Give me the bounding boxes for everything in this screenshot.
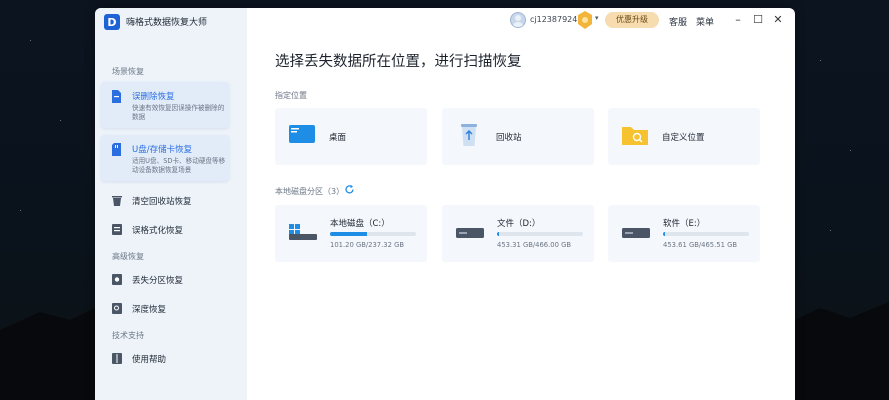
menu-link[interactable]: 菜单 <box>696 15 714 28</box>
refresh-icon[interactable] <box>344 184 355 195</box>
upgrade-button[interactable]: 优惠升级 <box>605 12 659 28</box>
disk-size: 453.31 GB/466.00 GB <box>497 241 572 249</box>
disk-name: 本地磁盘（C:） <box>330 219 390 229</box>
minimize-icon[interactable]: – <box>731 13 745 27</box>
page-title: 选择丢失数据所在位置，进行扫描恢复 <box>275 54 522 70</box>
maximize-icon[interactable]: ☐ <box>751 13 765 27</box>
deep-scan-icon <box>112 303 122 314</box>
recycle-bin-icon <box>112 196 122 206</box>
format-icon <box>112 224 122 235</box>
partition-icon <box>112 274 122 285</box>
disk-name: 软件（E:） <box>663 219 706 229</box>
location-label: 回收站 <box>496 133 522 143</box>
sidebar-item-label: 使用帮助 <box>132 355 167 365</box>
locations-label: 指定位置 <box>275 91 307 100</box>
sidebar-card-title: U盘/存储卡恢复 <box>132 145 193 155</box>
disk-usage-bar <box>330 232 416 236</box>
sidebar-card-undelete[interactable]: 误删除恢复 快速有效恢复因误操作被删除的数据 <box>101 82 229 128</box>
disks-label: 本地磁盘分区（3） <box>275 187 345 196</box>
sidebar-card-desc: 快速有效恢复因误操作被删除的数据 <box>132 104 225 121</box>
recycle-bin-icon <box>461 124 477 146</box>
sidebar: 场景恢复 误删除恢复 快速有效恢复因误操作被删除的数据 U盘/存储卡恢复 适用U… <box>95 8 247 400</box>
sd-card-icon <box>112 143 121 156</box>
app-window: 场景恢复 误删除恢复 快速有效恢复因误操作被删除的数据 U盘/存储卡恢复 适用U… <box>95 8 795 400</box>
avatar[interactable] <box>510 12 526 28</box>
help-book-icon <box>112 353 122 364</box>
disk-size: 101.20 GB/237.32 GB <box>330 241 405 249</box>
disk-usage-bar <box>497 232 583 236</box>
hard-drive-icon <box>622 228 650 238</box>
sidebar-card-desc: 适用U盘、SD卡、移动硬盘等移动设备数据恢复场景 <box>132 157 226 174</box>
sidebar-item-label: 深度恢复 <box>132 305 167 315</box>
file-delete-icon <box>112 90 121 103</box>
disk-card-e[interactable]: 软件（E:） 453.61 GB/465.51 GB <box>608 205 760 262</box>
section-label-scene: 场景恢复 <box>112 67 144 76</box>
disk-card-d[interactable]: 文件（D:） 453.31 GB/466.00 GB <box>442 205 594 262</box>
location-card-recycle[interactable]: 回收站 <box>442 108 594 165</box>
disk-card-c[interactable]: 本地磁盘（C:） 101.20 GB/237.32 GB <box>275 205 427 262</box>
location-label: 自定义位置 <box>662 133 705 143</box>
service-link[interactable]: 客服 <box>669 15 687 28</box>
username[interactable]: cj12387924 <box>530 15 577 24</box>
disk-size: 453.61 GB/465.51 GB <box>663 241 738 249</box>
location-label: 桌面 <box>329 133 347 143</box>
location-card-custom[interactable]: 自定义位置 <box>608 108 760 165</box>
disk-usage-bar <box>663 232 749 236</box>
disk-usage-fill <box>497 232 500 236</box>
section-label-support: 技术支持 <box>112 331 144 340</box>
hard-drive-icon <box>456 228 484 238</box>
location-card-desktop[interactable]: 桌面 <box>275 108 427 165</box>
disk-usage-fill <box>663 232 666 236</box>
sidebar-item-label: 误格式化恢复 <box>132 226 184 236</box>
sidebar-item-label: 清空回收站恢复 <box>132 197 192 207</box>
vip-badge-icon[interactable] <box>577 11 593 29</box>
chevron-down-icon[interactable]: ▾ <box>595 14 599 22</box>
disk-usage-fill <box>330 232 367 236</box>
app-logo: D <box>104 14 120 30</box>
section-label-advanced: 高级恢复 <box>112 252 144 261</box>
disk-name: 文件（D:） <box>497 219 541 229</box>
sidebar-card-title: 误删除恢复 <box>132 92 175 102</box>
sidebar-item-label: 丢失分区恢复 <box>132 276 184 286</box>
app-title: 嗨格式数据恢复大师 <box>126 18 208 28</box>
title-bar: D 嗨格式数据恢复大师 cj12387924 ▾ 优惠升级 客服 菜单 – ☐ … <box>95 8 795 38</box>
folder-icon <box>622 127 648 145</box>
close-icon[interactable]: ✕ <box>771 13 785 27</box>
desktop-icon <box>289 125 315 143</box>
sidebar-card-usb[interactable]: U盘/存储卡恢复 适用U盘、SD卡、移动硬盘等移动设备数据恢复场景 <box>101 135 229 181</box>
system-drive-icon <box>289 224 317 240</box>
